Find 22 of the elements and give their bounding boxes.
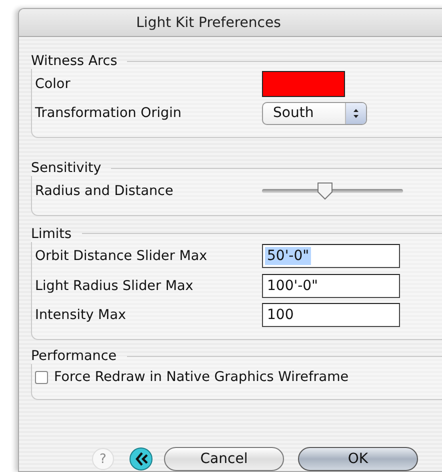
input-field[interactable]: 50'-0" bbox=[262, 244, 400, 268]
group-title: Sensitivity bbox=[30, 160, 102, 176]
field-label: Radius and Distance bbox=[35, 182, 174, 199]
slider-thumb[interactable] bbox=[316, 182, 334, 200]
color-swatch[interactable] bbox=[262, 70, 345, 97]
checkbox[interactable] bbox=[35, 370, 48, 384]
group-title: Witness Arcs bbox=[30, 53, 118, 69]
checkbox-label: Force Redraw in Native Graphics Wireframe bbox=[54, 369, 349, 385]
field-label: Intensity Max bbox=[35, 307, 127, 324]
input-field[interactable]: 100'-0" bbox=[262, 274, 400, 298]
field-label: Color bbox=[35, 76, 72, 92]
cancel-button[interactable]: Cancel bbox=[164, 447, 284, 471]
field-label: Light Radius Slider Max bbox=[35, 278, 194, 294]
field-label: Orbit Distance Slider Max bbox=[35, 248, 208, 264]
field-label: Transformation Origin bbox=[35, 105, 182, 122]
input-field[interactable]: 100 bbox=[262, 303, 400, 328]
popup-menu[interactable]: South bbox=[262, 102, 367, 125]
group-title: Limits bbox=[30, 226, 72, 242]
stepper-arrows-icon bbox=[345, 102, 366, 124]
ok-button[interactable]: OK bbox=[298, 447, 418, 471]
group-title: Performance bbox=[30, 348, 118, 364]
window-title: Light Kit Preferences bbox=[19, 9, 442, 37]
